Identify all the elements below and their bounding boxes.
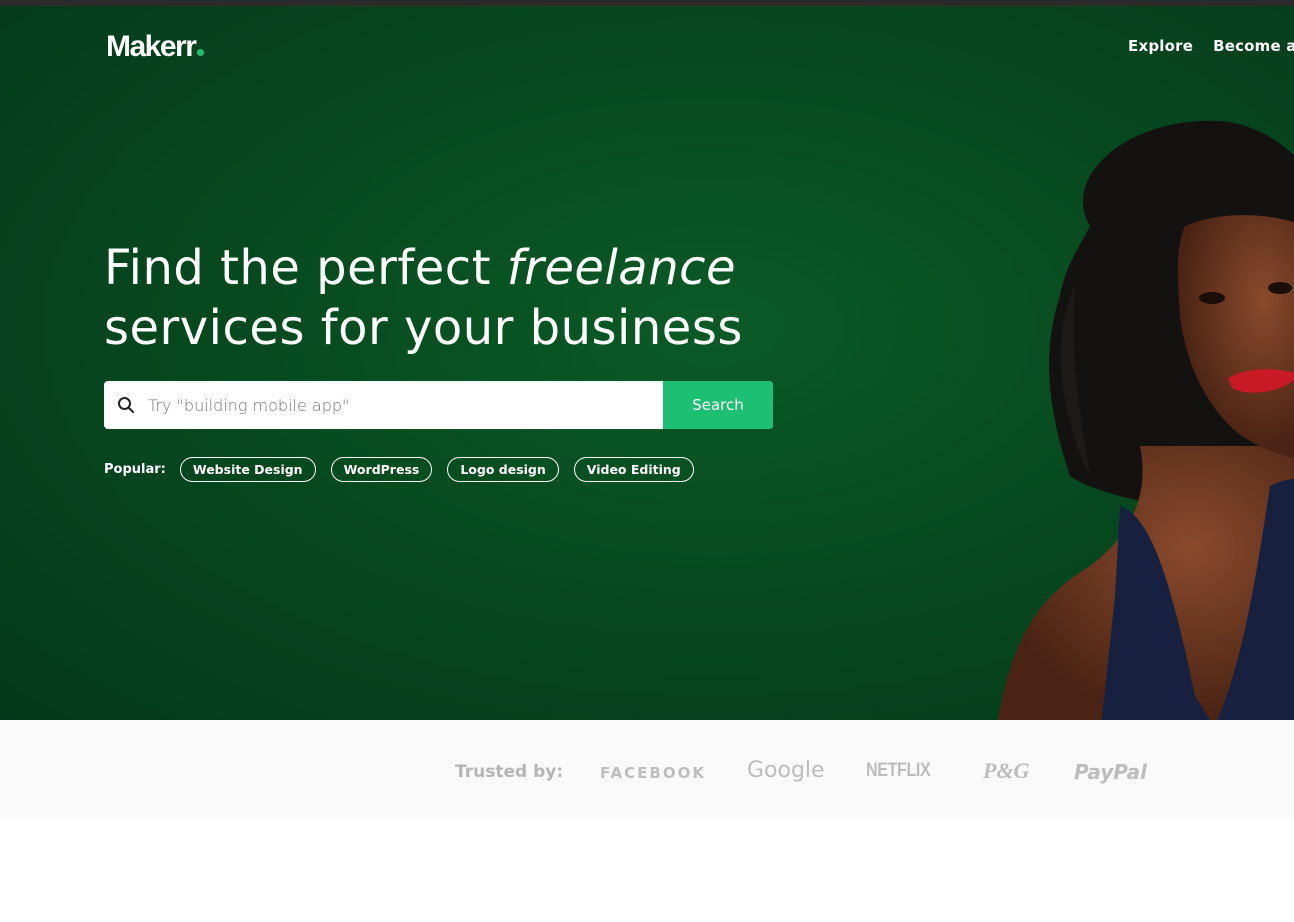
- netflix-logo: NETFLIX: [866, 760, 931, 781]
- top-nav: Explore Become a S: [1128, 37, 1294, 55]
- tag-video-editing[interactable]: Video Editing: [573, 457, 694, 482]
- tag-website-design[interactable]: Website Design: [179, 457, 316, 482]
- tag-logo-design[interactable]: Logo design: [447, 457, 559, 482]
- nav-become-seller[interactable]: Become a S: [1213, 37, 1294, 55]
- popular-label: Popular:: [104, 462, 166, 477]
- search-bar: Search: [104, 381, 773, 429]
- headline-part1: Find the perfect: [104, 240, 507, 296]
- headline-emphasis: freelance: [506, 240, 737, 296]
- popular-tags: Popular: Website Design WordPress Logo d…: [104, 457, 709, 482]
- makerr-logo[interactable]: Makerr: [106, 30, 205, 63]
- headline-part2: services for your business: [104, 300, 743, 356]
- hero-section: Makerr Explore Become a S Find the perfe…: [0, 6, 1294, 720]
- paypal-logo: PayPal: [1074, 760, 1148, 784]
- trusted-by-bar: Trusted by: FACEBOOK Google NETFLIX P&G …: [0, 720, 1294, 818]
- tag-wordpress[interactable]: WordPress: [330, 457, 433, 482]
- hero-headline: Find the perfect freelance services for …: [104, 238, 824, 358]
- nav-explore[interactable]: Explore: [1128, 37, 1193, 55]
- facebook-logo: FACEBOOK: [600, 764, 706, 782]
- search-input[interactable]: [148, 381, 663, 429]
- google-logo: Google: [747, 758, 825, 783]
- pg-logo: P&G: [983, 758, 1030, 783]
- hero-portrait-image: [997, 120, 1294, 720]
- search-icon: [104, 381, 148, 429]
- search-button[interactable]: Search: [663, 381, 773, 429]
- trusted-label: Trusted by:: [455, 762, 564, 782]
- logo-dot: [197, 49, 205, 56]
- logo-text: Makerr: [106, 30, 197, 63]
